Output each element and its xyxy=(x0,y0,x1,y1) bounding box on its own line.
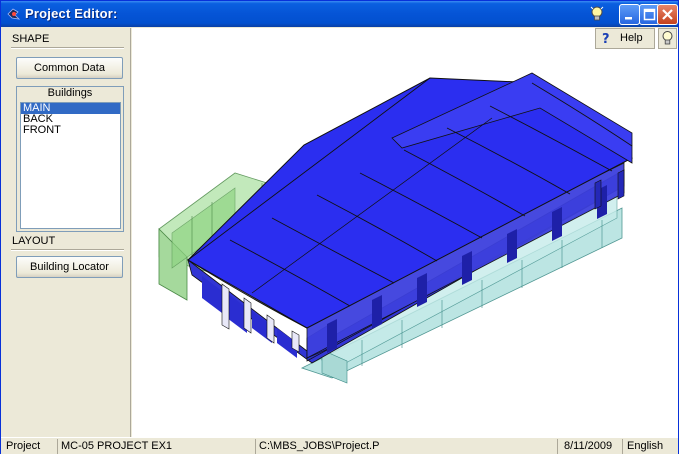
shape-section-label: SHAPE xyxy=(12,33,50,45)
left-panel: SHAPE Common Data Buildings MAIN BACK FR… xyxy=(3,28,131,438)
close-icon xyxy=(662,9,673,20)
lightbulb-icon xyxy=(662,31,673,45)
status-mode: Project xyxy=(3,439,58,454)
title-bar[interactable]: Project Editor: xyxy=(1,1,678,27)
model-viewport[interactable] xyxy=(132,28,678,437)
minimize-button[interactable] xyxy=(619,4,640,25)
status-bar: Project MC-05 PROJECT EX1 C:\MBS_JOBS\Pr… xyxy=(1,437,678,454)
buildings-group-title: Buildings xyxy=(47,87,93,99)
common-data-button[interactable]: Common Data xyxy=(16,57,123,79)
status-project-name: MC-05 PROJECT EX1 xyxy=(58,439,256,454)
buildings-listbox[interactable]: MAIN BACK FRONT xyxy=(20,102,121,229)
status-file-path: C:\MBS_JOBS\Project.P xyxy=(256,439,558,454)
app-logo-icon xyxy=(7,8,21,20)
building-3d-model[interactable] xyxy=(132,28,678,437)
status-date: 8/11/2009 xyxy=(558,439,623,454)
minimize-icon xyxy=(625,17,632,20)
list-item-front[interactable]: FRONT xyxy=(21,125,120,136)
buildings-group: Buildings MAIN BACK FRONT xyxy=(16,86,124,232)
divider xyxy=(11,249,124,251)
tip-button[interactable] xyxy=(658,28,677,49)
close-button[interactable] xyxy=(657,4,678,25)
status-language: English xyxy=(627,440,664,452)
window-title: Project Editor: xyxy=(25,6,118,21)
divider xyxy=(11,47,124,49)
question-mark-icon: ? xyxy=(602,32,610,47)
building-locator-button[interactable]: Building Locator xyxy=(16,256,123,278)
lightbulb-icon[interactable] xyxy=(589,5,605,23)
project-editor-window: Project Editor: SHAPE Common Data Buildi… xyxy=(0,0,679,454)
help-button-label: Help xyxy=(620,32,643,44)
help-button[interactable]: ? Help xyxy=(595,28,655,49)
layout-section-label: LAYOUT xyxy=(12,235,56,247)
